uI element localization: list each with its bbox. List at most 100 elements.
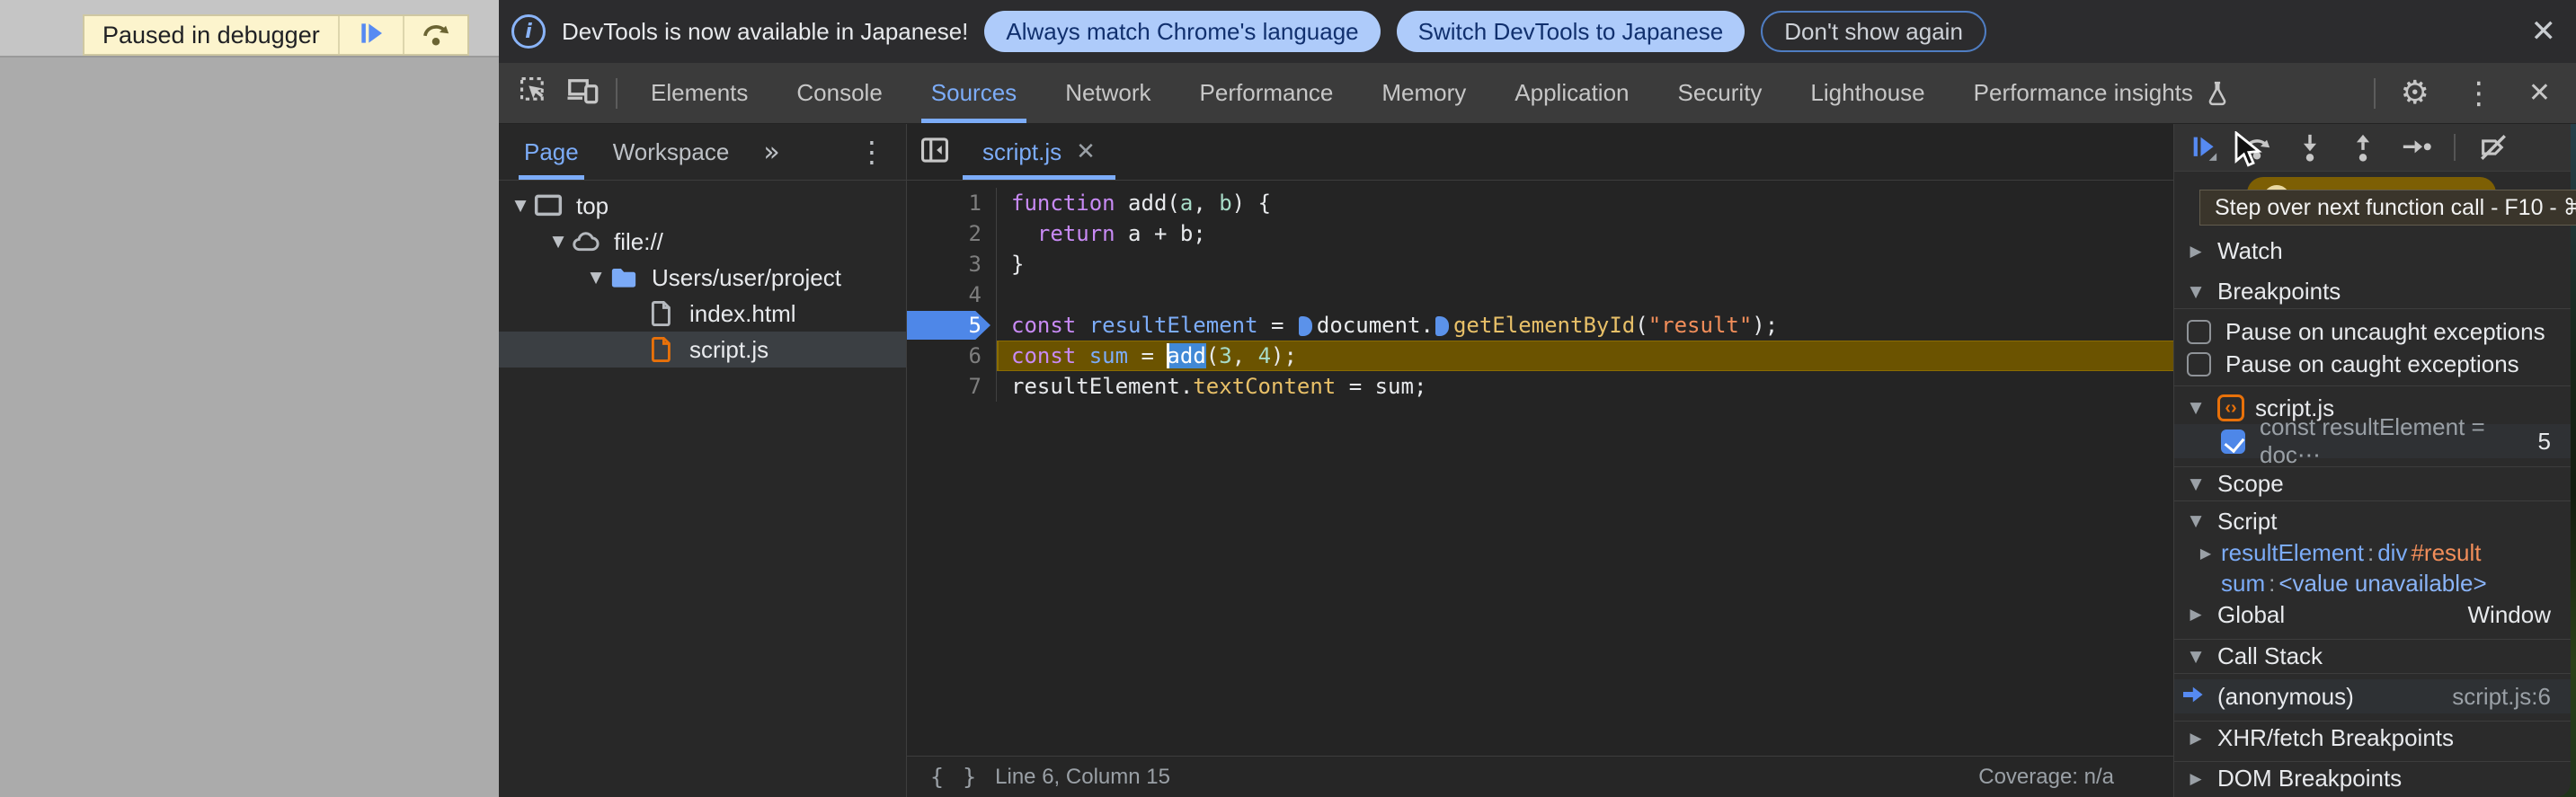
tab-lighthouse[interactable]: Lighthouse <box>1786 63 1949 123</box>
coverage-label: Coverage: n/a <box>1978 764 2114 789</box>
dont-show-again-button[interactable]: Don't show again <box>1761 11 1986 52</box>
notification-close-icon[interactable]: ✕ <box>2531 16 2557 47</box>
call-stack-label: Call Stack <box>2217 642 2323 669</box>
navigator-header: Page Workspace » ⋮ <box>499 124 906 181</box>
tab-security[interactable]: Security <box>1654 63 1787 123</box>
breakpoint-entry-text: const resultElement = doc⋯ <box>2260 413 2485 468</box>
tree-item-file-[interactable]: ▼ file:// <box>499 224 906 260</box>
tree-item-label: script.js <box>689 335 769 363</box>
scope-label: Scope <box>2217 470 2284 497</box>
cursor-position-label: Line 6, Column 15 <box>995 764 1170 789</box>
tab-sources[interactable]: Sources <box>907 63 1041 123</box>
breakpoint-marker-gutter[interactable]: 5 <box>907 310 997 341</box>
code-line-2[interactable]: 2 return a + b; <box>907 218 2173 249</box>
navigator-menu-icon[interactable]: ⋮ <box>857 135 886 169</box>
variable-value: <value unavailable> <box>2278 569 2487 597</box>
line-number-gutter[interactable]: 1 <box>907 188 997 218</box>
step-into-button[interactable] <box>2295 132 2325 163</box>
pause-uncaught-checkbox[interactable] <box>2187 319 2211 344</box>
step-over-button-page[interactable] <box>402 16 467 54</box>
chevron-down-icon[interactable]: ▼ <box>508 197 533 215</box>
tree-item-index-html[interactable]: index.html <box>499 296 906 332</box>
tab-performance-insights[interactable]: Performance insights <box>1950 63 2255 123</box>
token: resultElement <box>1088 313 1258 338</box>
resume-button[interactable] <box>2189 132 2219 163</box>
scope-var-resultelement[interactable]: ▶ resultElement: div #result <box>2174 537 2571 568</box>
deactivate-breakpoints-button[interactable] <box>2478 132 2509 163</box>
code-line-6[interactable]: 6 const sum = add(3, 4); <box>907 341 2173 371</box>
scope-script-group[interactable]: ▼ Script <box>2174 505 2571 537</box>
section-watch[interactable]: ▶ Watch <box>2174 235 2571 268</box>
switch-to-japanese-button[interactable]: Switch DevTools to Japanese <box>1396 11 1745 52</box>
breakpoint-enabled-checkbox[interactable] <box>2221 429 2245 454</box>
pause-caught-row[interactable]: Pause on caught exceptions <box>2174 348 2571 380</box>
tab-application[interactable]: Application <box>1490 63 1653 123</box>
chevron-down-icon[interactable]: ▼ <box>583 269 608 287</box>
token: const <box>1011 343 1077 368</box>
close-devtools-icon[interactable]: ✕ <box>2528 79 2551 107</box>
chevron-right-icon: ▶ <box>2190 769 2202 788</box>
tab-network[interactable]: Network <box>1041 63 1175 123</box>
pause-options: Pause on uncaught exceptions Pause on ca… <box>2174 309 2571 386</box>
inline-breakpoint-marker-icon[interactable] <box>1435 316 1449 336</box>
close-tab-icon[interactable]: ✕ <box>1076 138 1096 165</box>
line-number-gutter[interactable]: 7 <box>907 371 997 402</box>
step-out-button[interactable] <box>2348 132 2378 163</box>
scope-var-sum[interactable]: sum: <value unavailable> <box>2174 568 2571 598</box>
token: const <box>1011 313 1077 338</box>
code-line-5[interactable]: 5 const resultElement = document. getEleme… <box>907 310 2173 341</box>
tree-item-script-js[interactable]: script.js <box>499 332 906 368</box>
editor-tab-scriptjs[interactable]: script.js ✕ <box>963 124 1115 180</box>
code-line-7[interactable]: 7 resultElement.textContent = sum; <box>907 371 2173 402</box>
settings-gear-icon[interactable]: ⚙ <box>2401 76 2429 110</box>
tree-item-top[interactable]: ▼ top <box>499 188 906 224</box>
navigator-tab-page[interactable]: Page <box>519 124 584 180</box>
scope-global-group[interactable]: ▶ Global Window <box>2174 598 2571 631</box>
code-area[interactable]: 1 function add(a, b) {2 return a + b; 3} 4 5… <box>907 181 2173 756</box>
js-file-icon: ‹› <box>2217 394 2244 421</box>
punctuation: : <box>2367 538 2375 566</box>
code-line-3[interactable]: 3} <box>907 249 2173 279</box>
token: = <box>1257 313 1297 338</box>
tab-performance[interactable]: Performance <box>1176 63 1358 123</box>
breakpoint-entry[interactable]: const resultElement = doc⋯ 5 <box>2174 413 2571 468</box>
token: document <box>1316 313 1421 338</box>
always-match-language-button[interactable]: Always match Chrome's language <box>984 11 1381 52</box>
call-stack-frame[interactable]: (anonymous) script.js:6 <box>2174 679 2571 713</box>
inspect-element-button[interactable] <box>510 63 558 123</box>
tab-console[interactable]: Console <box>772 63 906 123</box>
pause-caught-checkbox[interactable] <box>2187 351 2211 376</box>
line-number-gutter[interactable]: 6 <box>907 341 997 371</box>
xhr-breakpoints-label: XHR/fetch Breakpoints <box>2217 724 2455 751</box>
token: sum <box>1088 343 1129 368</box>
notification-message: DevTools is now available in Japanese! <box>562 17 969 45</box>
code-line-1[interactable]: 1 function add(a, b) { <box>907 188 2173 218</box>
tab-elements[interactable]: Elements <box>626 63 772 123</box>
toggle-device-toolbar-button[interactable] <box>558 63 607 123</box>
pretty-print-icon[interactable]: { } <box>930 764 979 790</box>
section-call-stack[interactable]: ▼ Call Stack <box>2174 639 2571 674</box>
inline-breakpoint-marker-icon[interactable] <box>1298 316 1312 336</box>
tab-label: Security <box>1677 79 1763 106</box>
navigator-tab-workspace[interactable]: Workspace <box>613 124 730 180</box>
chevron-down-icon[interactable]: ▼ <box>546 233 571 251</box>
section-scope[interactable]: ▼ Scope <box>2174 466 2571 501</box>
section-xhr-breakpoints[interactable]: ▶ XHR/fetch Breakpoints <box>2174 721 2571 755</box>
section-breakpoints[interactable]: ▼ Breakpoints <box>2174 275 2571 309</box>
tree-item-label: Users/user/project <box>652 263 841 291</box>
line-number-gutter[interactable]: 3 <box>907 249 997 279</box>
tab-memory[interactable]: Memory <box>1357 63 1490 123</box>
chevron-right-icon: ▶ <box>2190 242 2202 261</box>
resume-script-button[interactable] <box>337 16 403 54</box>
pause-caught-label: Pause on caught exceptions <box>2225 350 2519 377</box>
pause-uncaught-row[interactable]: Pause on uncaught exceptions <box>2174 315 2571 348</box>
more-options-icon[interactable]: ⋮ <box>2464 78 2494 109</box>
line-number-gutter[interactable]: 4 <box>907 279 997 310</box>
more-tabs-icon[interactable]: » <box>763 137 781 168</box>
tree-item-users-user-project[interactable]: ▼ Users/user/project <box>499 260 906 296</box>
section-dom-breakpoints[interactable]: ▶ DOM Breakpoints <box>2174 761 2571 795</box>
collapse-navigator-button[interactable] <box>907 124 963 180</box>
code-line-4[interactable]: 4 <box>907 279 2173 310</box>
step-button[interactable] <box>2401 132 2431 163</box>
line-number-gutter[interactable]: 2 <box>907 218 997 249</box>
